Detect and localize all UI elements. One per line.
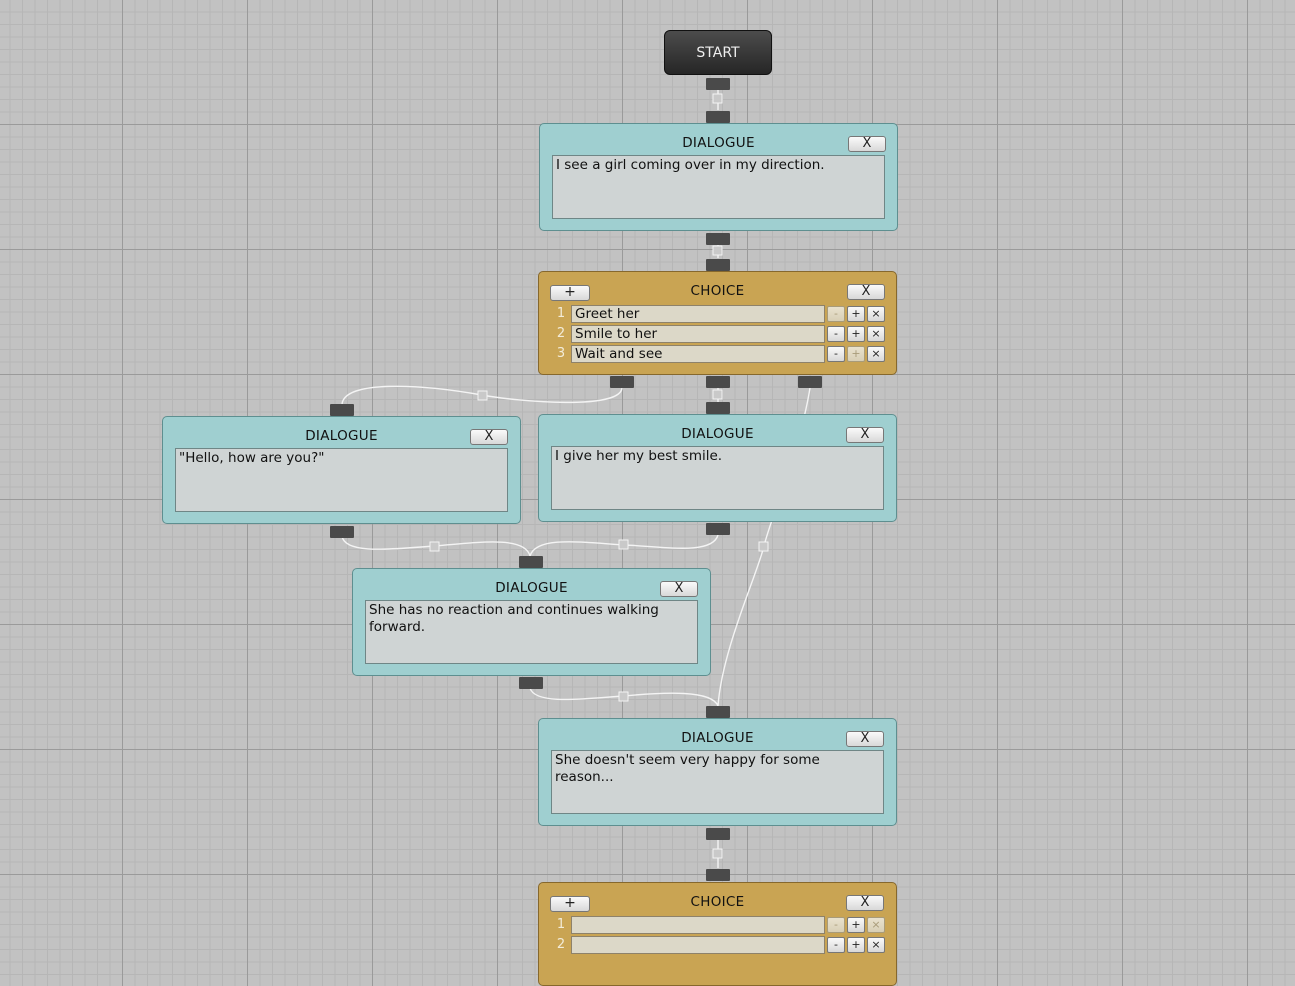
wire-handle xyxy=(758,541,769,552)
option-number: 3 xyxy=(556,346,566,361)
wire-dialogue2-to-dialogue4 xyxy=(341,535,531,557)
move-up-button[interactable]: - xyxy=(827,326,845,342)
close-node-button[interactable]: X xyxy=(846,895,884,911)
dialogue-text-field[interactable]: I give her my best smile. xyxy=(551,446,884,510)
choice1-input-port[interactable] xyxy=(706,259,730,271)
dialogue2-output-port[interactable] xyxy=(330,526,354,538)
choice2-input-port[interactable] xyxy=(706,869,730,881)
choice1-option2-port[interactable] xyxy=(706,376,730,388)
dialogue5-output-port[interactable] xyxy=(706,828,730,840)
node-title: DIALOGUE xyxy=(681,426,754,442)
dialogue-node-4[interactable]: DIALOGUE X She has no reaction and conti… xyxy=(352,568,711,676)
choice1-option1-port[interactable] xyxy=(610,376,634,388)
dialogue3-input-port[interactable] xyxy=(706,402,730,414)
choice-node-1[interactable]: + CHOICE X 1 Greet her - + × 2 Smile to … xyxy=(538,271,897,375)
dialogue-node-1[interactable]: DIALOGUE X I see a girl coming over in m… xyxy=(539,123,898,231)
option-number: 2 xyxy=(556,326,566,341)
dialogue3-output-port[interactable] xyxy=(706,523,730,535)
wire-dialogue4-to-dialogue5 xyxy=(529,687,719,707)
option-number: 2 xyxy=(556,937,566,952)
delete-option-button[interactable]: × xyxy=(867,937,885,953)
dialogue-text-field[interactable]: She has no reaction and continues walkin… xyxy=(365,600,698,664)
option-text-field[interactable] xyxy=(571,936,825,954)
delete-option-button[interactable]: × xyxy=(867,346,885,362)
start-node[interactable]: START xyxy=(664,30,772,75)
delete-option-button[interactable]: × xyxy=(867,306,885,322)
move-down-button[interactable]: + xyxy=(847,917,865,933)
move-up-button[interactable]: - xyxy=(827,346,845,362)
start-output-port[interactable] xyxy=(706,78,730,90)
dialogue5-input-port[interactable] xyxy=(706,706,730,718)
close-node-button[interactable]: X xyxy=(846,427,884,443)
node-title: DIALOGUE xyxy=(681,730,754,746)
delete-option-button[interactable]: × xyxy=(867,917,885,933)
start-label: START xyxy=(696,44,740,61)
dialogue1-input-port[interactable] xyxy=(706,111,730,123)
dialogue1-output-port[interactable] xyxy=(706,233,730,245)
dialogue-node-3[interactable]: DIALOGUE X I give her my best smile. xyxy=(538,414,897,522)
choice-option-row: 3 Wait and see - + × xyxy=(551,345,885,363)
move-down-button[interactable]: + xyxy=(847,306,865,322)
dialogue4-output-port[interactable] xyxy=(519,677,543,689)
move-down-button[interactable]: + xyxy=(847,937,865,953)
close-node-button[interactable]: X xyxy=(470,429,508,445)
move-down-button[interactable]: + xyxy=(847,326,865,342)
wire-handle xyxy=(618,539,629,550)
option-text-field[interactable]: Wait and see xyxy=(571,345,825,363)
dialogue2-input-port[interactable] xyxy=(330,404,354,416)
move-up-button[interactable]: - xyxy=(827,917,845,933)
close-node-button[interactable]: X xyxy=(846,731,884,747)
dialogue-text-field[interactable]: I see a girl coming over in my direction… xyxy=(552,155,885,219)
choice-option-row: 1 - + × xyxy=(551,916,885,934)
dialogue-node-2[interactable]: DIALOGUE X "Hello, how are you?" xyxy=(162,416,521,524)
wire-handle xyxy=(712,848,723,859)
choice-option-row: 2 Smile to her - + × xyxy=(551,325,885,343)
option-text-field[interactable]: Smile to her xyxy=(571,325,825,343)
move-up-button[interactable]: - xyxy=(827,306,845,322)
wire-handle xyxy=(429,541,440,552)
dialogue-text-field[interactable]: "Hello, how are you?" xyxy=(175,448,508,512)
wire-handle xyxy=(712,245,723,256)
option-text-field[interactable]: Greet her xyxy=(571,305,825,323)
wire-handle xyxy=(712,389,723,400)
dialogue-text-field[interactable]: She doesn't seem very happy for some rea… xyxy=(551,750,884,814)
delete-option-button[interactable]: × xyxy=(867,326,885,342)
wire-handle xyxy=(618,691,629,702)
close-node-button[interactable]: X xyxy=(847,284,885,300)
choice-option-row: 1 Greet her - + × xyxy=(551,305,885,323)
option-text-field[interactable] xyxy=(571,916,825,934)
wire-handle xyxy=(712,93,723,104)
option-number: 1 xyxy=(556,917,566,932)
node-title: DIALOGUE xyxy=(305,428,378,444)
move-down-button[interactable]: + xyxy=(847,346,865,362)
wire-dialogue3-to-dialogue4 xyxy=(529,534,719,557)
node-title: DIALOGUE xyxy=(682,135,755,151)
node-title: CHOICE xyxy=(690,283,745,299)
dialogue4-input-port[interactable] xyxy=(519,556,543,568)
choice-node-2[interactable]: + CHOICE X 1 - + × 2 - + × xyxy=(538,882,897,986)
node-title: DIALOGUE xyxy=(495,580,568,596)
choice-option-row: 2 - + × xyxy=(551,936,885,954)
dialogue-node-5[interactable]: DIALOGUE X She doesn't seem very happy f… xyxy=(538,718,897,826)
node-title: CHOICE xyxy=(690,894,745,910)
choice1-option3-port[interactable] xyxy=(798,376,822,388)
option-number: 1 xyxy=(556,306,566,321)
wire-choice1-opt1-to-dialogue2 xyxy=(341,385,623,405)
close-node-button[interactable]: X xyxy=(848,136,886,152)
close-node-button[interactable]: X xyxy=(660,581,698,597)
move-up-button[interactable]: - xyxy=(827,937,845,953)
wire-handle xyxy=(477,390,488,401)
